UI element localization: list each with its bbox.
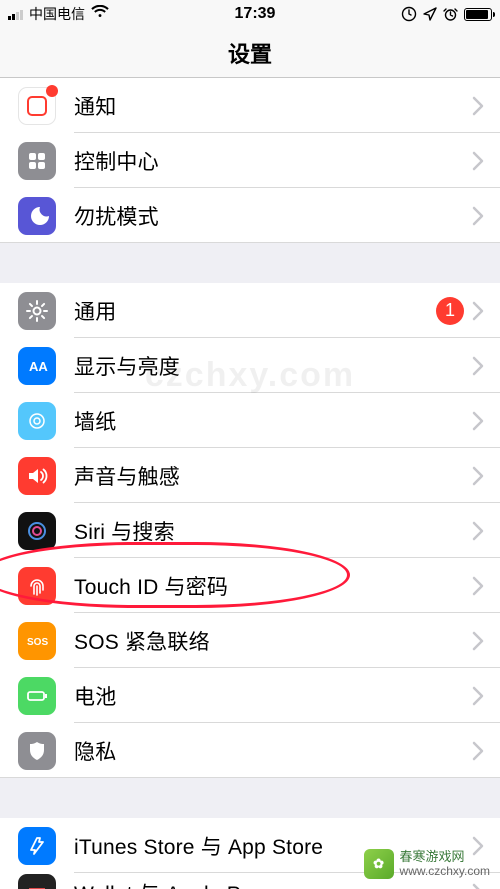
row-label: 墙纸 [74, 406, 472, 436]
chevron-right-icon [472, 96, 484, 116]
settings-list[interactable]: 通知 控制中心 勿扰模式 通用 1 [0, 78, 500, 889]
battery-row-icon [18, 677, 56, 715]
location-icon [423, 7, 437, 21]
row-battery[interactable]: 电池 [0, 668, 500, 723]
orientation-lock-icon [401, 6, 417, 22]
row-label: iTunes Store 与 App Store [74, 831, 472, 861]
row-label: SOS 紧急联络 [74, 626, 472, 656]
signal-icon [8, 8, 23, 20]
status-time: 17:39 [235, 5, 276, 23]
row-label: 通知 [74, 91, 472, 121]
row-label: 通用 [74, 296, 436, 326]
row-label: 控制中心 [74, 146, 472, 176]
row-wallet-applepay[interactable]: Wallet 与 Apple Pay [0, 873, 500, 889]
notification-badge: 1 [436, 297, 464, 325]
svg-text:AA: AA [29, 359, 48, 374]
chevron-right-icon [472, 411, 484, 431]
sounds-icon [18, 457, 56, 495]
nav-bar: 设置 [0, 28, 500, 78]
appstore-icon [18, 827, 56, 865]
svg-text:SOS: SOS [27, 637, 48, 648]
row-itunes-appstore[interactable]: iTunes Store 与 App Store [0, 818, 500, 873]
carrier-label: 中国电信 [29, 4, 85, 24]
wallpaper-icon [18, 402, 56, 440]
page-title: 设置 [228, 37, 272, 69]
chevron-right-icon [472, 151, 484, 171]
row-label: Wallet 与 Apple Pay [74, 878, 472, 889]
chevron-right-icon [472, 356, 484, 376]
settings-group-3: iTunes Store 与 App Store Wallet 与 Apple … [0, 818, 500, 889]
chevron-right-icon [472, 301, 484, 321]
row-sounds-haptics[interactable]: 声音与触感 [0, 448, 500, 503]
row-privacy[interactable]: 隐私 [0, 723, 500, 778]
wifi-icon [91, 5, 109, 24]
chevron-right-icon [472, 836, 484, 856]
row-label: 声音与触感 [74, 461, 472, 491]
chevron-right-icon [472, 883, 484, 889]
row-touch-id-passcode[interactable]: Touch ID 与密码 [0, 558, 500, 613]
status-left: 中国电信 [8, 4, 109, 24]
row-label: Touch ID 与密码 [74, 571, 472, 601]
general-icon [18, 292, 56, 330]
row-label: 隐私 [74, 736, 472, 766]
battery-icon [464, 8, 492, 21]
wallet-icon [18, 874, 56, 889]
row-wallpaper[interactable]: 墙纸 [0, 393, 500, 448]
chevron-right-icon [472, 521, 484, 541]
status-right [401, 6, 492, 22]
row-label: 显示与亮度 [74, 351, 472, 381]
row-display-brightness[interactable]: AA 显示与亮度 [0, 338, 500, 393]
chevron-right-icon [472, 466, 484, 486]
chevron-right-icon [472, 741, 484, 761]
alarm-icon [443, 7, 458, 22]
control-center-icon [18, 142, 56, 180]
row-label: 勿扰模式 [74, 201, 472, 231]
row-emergency-sos[interactable]: SOS SOS 紧急联络 [0, 613, 500, 668]
row-label: Siri 与搜索 [74, 516, 472, 546]
row-control-center[interactable]: 控制中心 [0, 133, 500, 188]
notifications-icon [18, 87, 56, 125]
privacy-icon [18, 732, 56, 770]
row-label: 电池 [74, 681, 472, 711]
sos-icon: SOS [18, 622, 56, 660]
touch-id-icon [18, 567, 56, 605]
settings-group-1: 通知 控制中心 勿扰模式 [0, 78, 500, 243]
chevron-right-icon [472, 576, 484, 596]
settings-group-2: 通用 1 AA 显示与亮度 墙纸 声音与触感 [0, 283, 500, 778]
row-siri-search[interactable]: Siri 与搜索 [0, 503, 500, 558]
siri-icon [18, 512, 56, 550]
chevron-right-icon [472, 206, 484, 226]
row-notifications[interactable]: 通知 [0, 78, 500, 133]
display-icon: AA [18, 347, 56, 385]
row-general[interactable]: 通用 1 [0, 283, 500, 338]
chevron-right-icon [472, 686, 484, 706]
do-not-disturb-icon [18, 197, 56, 235]
status-bar: 中国电信 17:39 [0, 0, 500, 28]
chevron-right-icon [472, 631, 484, 651]
row-do-not-disturb[interactable]: 勿扰模式 [0, 188, 500, 243]
